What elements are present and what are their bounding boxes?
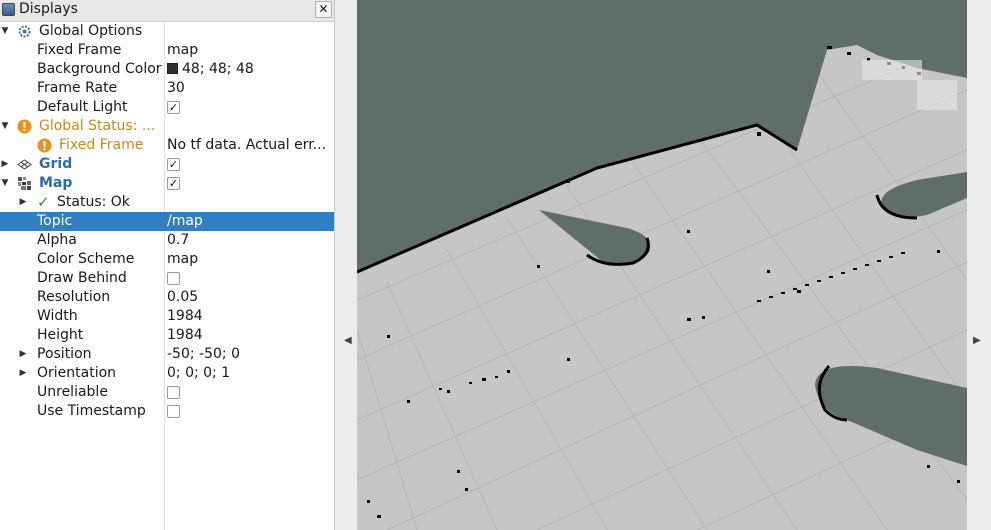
tree-row-map-status[interactable]: ▶ ✓ Status: Ok [0,193,334,212]
tree-row-draw-behind[interactable]: Draw Behind [0,269,334,288]
expand-arrow-icon[interactable]: ▶ [0,155,10,174]
collapse-arrow-icon[interactable]: ▼ [0,174,10,193]
expand-arrow-icon[interactable]: ▶ [18,364,28,383]
tree-row-frame-rate[interactable]: Frame Rate 30 [0,79,334,98]
obstacle-blob-1 [539,210,651,264]
frame-rate-value[interactable]: 30 [167,79,185,98]
use-timestamp-checkbox[interactable] [167,405,180,418]
tree-row-grid[interactable]: ▶ Grid ✓ [0,155,334,174]
default-light-checkbox[interactable]: ✓ [167,101,180,114]
render-view[interactable] [357,0,967,530]
color-scheme-value[interactable]: map [167,250,198,269]
check-icon: ✓ [37,193,50,211]
tree-row-status-fixed-frame[interactable]: Fixed Frame No tf data. Actual err... [0,136,334,155]
tree-row-width[interactable]: Width 1984 [0,307,334,326]
displays-icon [2,3,15,16]
gear-icon [18,25,31,38]
topic-label: Topic [37,213,73,229]
width-value: 1984 [167,308,203,324]
close-button[interactable]: ✕ [315,1,332,18]
tree-row-fixed-frame[interactable]: Fixed Frame map [0,41,334,60]
tree-row-default-light[interactable]: Default Light ✓ [0,98,334,117]
width-label: Width [37,308,78,324]
tree-row-unreliable[interactable]: Unreliable [0,383,334,402]
status-fixed-frame-value: No tf data. Actual err... [167,137,327,153]
right-splitter-handle[interactable]: ▶ [967,0,991,530]
frame-rate-label: Frame Rate [37,80,118,96]
collapse-right-icon[interactable]: ▶ [973,335,981,346]
expand-arrow-icon[interactable]: ▶ [18,193,28,212]
height-label: Height [37,327,84,343]
alpha-label: Alpha [37,232,77,248]
resolution-label: Resolution [37,289,111,305]
fixed-frame-value[interactable]: map [167,41,198,60]
map-status-label: Status: Ok [57,194,130,210]
tree-row-global-status[interactable]: ▼ Global Status: ... [0,117,334,136]
background-color-value[interactable]: 48; 48; 48 [167,60,254,79]
tree-row-global-options[interactable]: ▼ Global Options [0,22,334,41]
grid-checkbox[interactable]: ✓ [167,158,180,171]
grid-icon [17,159,32,170]
warning-icon [37,138,52,153]
map-render [357,0,967,530]
panel-title: Displays [19,1,78,17]
orientation-label: Orientation [37,365,117,381]
status-fixed-frame-label: Fixed Frame [59,137,144,153]
tree-row-orientation[interactable]: ▶ Orientation 0; 0; 0; 1 [0,364,334,383]
grid-label: Grid [39,156,73,172]
default-light-label: Default Light [37,99,128,115]
map-label: Map [39,175,73,191]
position-value: -50; -50; 0 [167,346,240,362]
left-splitter-handle[interactable]: ◀ [335,0,357,530]
use-timestamp-label: Use Timestamp [37,403,146,419]
unreliable-label: Unreliable [37,384,108,400]
display-tree: ▼ Global Options Fixed Frame map Backgro… [0,22,334,421]
fixed-frame-label: Fixed Frame [37,42,122,58]
resolution-value: 0.05 [167,289,199,305]
collapse-arrow-icon[interactable]: ▼ [0,22,10,41]
orientation-value: 0; 0; 0; 1 [167,365,231,381]
background-color-label: Background Color [37,61,162,77]
draw-behind-checkbox[interactable] [167,272,180,285]
tree-row-resolution[interactable]: Resolution 0.05 [0,288,334,307]
map-checkbox[interactable]: ✓ [167,177,180,190]
tree-row-background-color[interactable]: Background Color 48; 48; 48 [0,60,334,79]
global-status-label: Global Status: ... [39,118,156,134]
tree-row-height[interactable]: Height 1984 [0,326,334,345]
obstacle-blob-3 [815,366,967,466]
background-color-text: 48; 48; 48 [182,61,254,77]
tree-row-use-timestamp[interactable]: Use Timestamp [0,402,334,421]
height-value: 1984 [167,327,203,343]
unreliable-checkbox[interactable] [167,386,180,399]
draw-behind-label: Draw Behind [37,270,127,286]
tree-row-alpha[interactable]: Alpha 0.7 [0,231,334,250]
expand-arrow-icon[interactable]: ▶ [18,345,28,364]
panel-header: Displays ✕ [0,0,334,22]
position-label: Position [37,346,92,362]
global-options-label: Global Options [39,23,143,39]
tree-row-position[interactable]: ▶ Position -50; -50; 0 [0,345,334,364]
tree-row-map[interactable]: ▼ Map ✓ [0,174,334,193]
alpha-value[interactable]: 0.7 [167,231,189,250]
warning-icon [17,119,32,134]
displays-panel: Displays ✕ ▼ Global Options Fixed Frame … [0,0,335,530]
color-scheme-label: Color Scheme [37,251,135,267]
color-swatch[interactable] [167,63,178,74]
tree-row-topic[interactable]: Topic /map [0,212,334,231]
collapse-left-icon[interactable]: ◀ [344,335,352,346]
tree-row-color-scheme[interactable]: Color Scheme map [0,250,334,269]
map-icon [18,177,31,190]
topic-value[interactable]: /map [167,212,203,231]
collapse-arrow-icon[interactable]: ▼ [0,117,10,136]
